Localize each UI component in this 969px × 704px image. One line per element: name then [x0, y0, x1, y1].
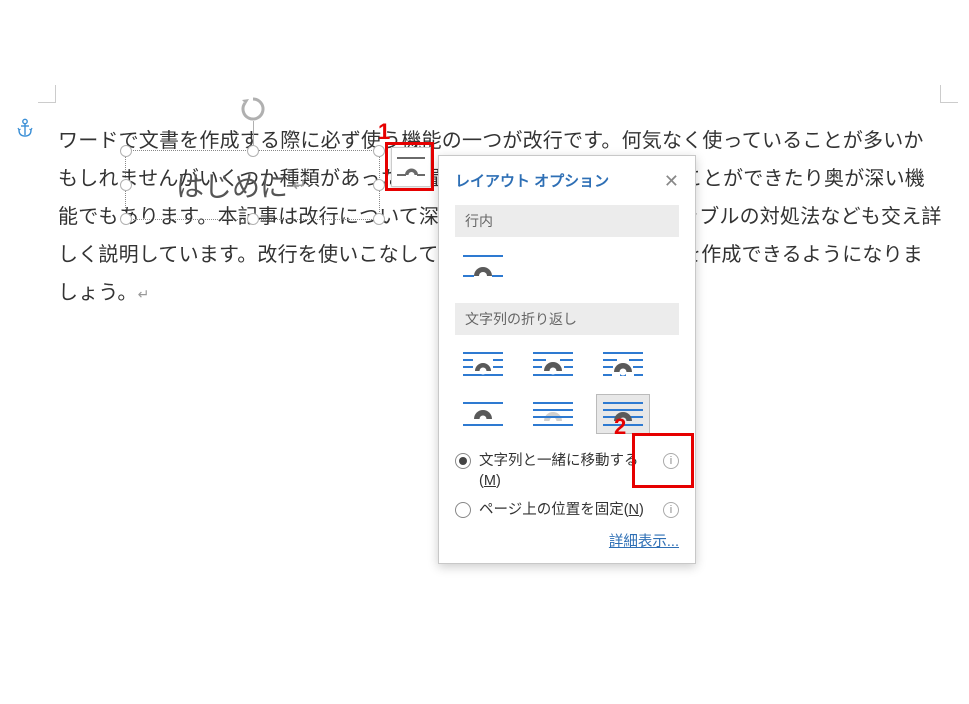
- resize-handle[interactable]: [120, 145, 132, 157]
- resize-handle[interactable]: [120, 213, 132, 225]
- resize-handle[interactable]: [373, 213, 385, 225]
- layout-options-button[interactable]: [391, 147, 431, 187]
- wrap-through-option[interactable]: [597, 345, 649, 383]
- resize-handle[interactable]: [373, 179, 385, 191]
- inline-options: [455, 247, 679, 285]
- wrap-square-option[interactable]: [457, 345, 509, 383]
- rotate-handle-icon[interactable]: [239, 95, 267, 123]
- paragraph-mark-icon: ↵: [138, 288, 150, 303]
- wrap-through-icon: [601, 349, 645, 379]
- wrap-behind-text-option[interactable]: [527, 395, 579, 433]
- wrap-options: [455, 345, 679, 433]
- resize-handle[interactable]: [247, 145, 259, 157]
- wrap-top-bottom-icon: [461, 399, 505, 429]
- inserted-textbox[interactable]: はじめに ↵: [125, 150, 380, 220]
- section-inline-label: 行内: [455, 205, 679, 237]
- resize-handle[interactable]: [247, 213, 259, 225]
- anchor-icon: [16, 118, 34, 138]
- paragraph-mark-icon: ↵: [292, 175, 307, 196]
- radio-icon[interactable]: [455, 453, 471, 469]
- more-details-link[interactable]: 詳細表示...: [609, 534, 679, 550]
- popup-title: レイアウト オプション: [455, 170, 609, 191]
- section-wrap-label: 文字列の折り返し: [455, 303, 679, 335]
- wrap-inline-option[interactable]: [457, 247, 509, 285]
- resize-handle[interactable]: [373, 145, 385, 157]
- annotation-number-2: 2: [614, 414, 626, 440]
- wrap-inline-icon: [396, 155, 426, 179]
- wrap-top-bottom-option[interactable]: [457, 395, 509, 433]
- popup-header: レイアウト オプション ✕: [455, 170, 679, 191]
- wrap-inline-icon: [461, 251, 505, 281]
- info-icon[interactable]: i: [663, 453, 679, 469]
- wrap-square-icon: [461, 349, 505, 379]
- close-icon[interactable]: ✕: [664, 172, 679, 190]
- textbox-content[interactable]: はじめに: [176, 165, 288, 205]
- layout-options-popup: レイアウト オプション ✕ 行内 文字列の折り返し: [438, 155, 696, 564]
- radio-move-with-text[interactable]: 文字列と一緒に移動する(M) i: [455, 451, 679, 492]
- wrap-tight-icon: [531, 349, 575, 379]
- popup-footer: 詳細表示...: [455, 530, 679, 551]
- margin-mark: [38, 85, 56, 103]
- wrap-behind-icon: [531, 399, 575, 429]
- resize-handle[interactable]: [120, 179, 132, 191]
- rotate-handle-stem: [253, 121, 254, 145]
- radio-icon[interactable]: [455, 502, 471, 518]
- margin-mark: [940, 85, 958, 103]
- info-icon[interactable]: i: [663, 502, 679, 518]
- radio-fix-position[interactable]: ページ上の位置を固定(N) i: [455, 500, 679, 520]
- radio-label: 文字列と一緒に移動する(M): [479, 451, 655, 492]
- wrap-tight-option[interactable]: [527, 345, 579, 383]
- annotation-number-1: 1: [378, 119, 390, 145]
- radio-label: ページ上の位置を固定(N): [479, 500, 655, 520]
